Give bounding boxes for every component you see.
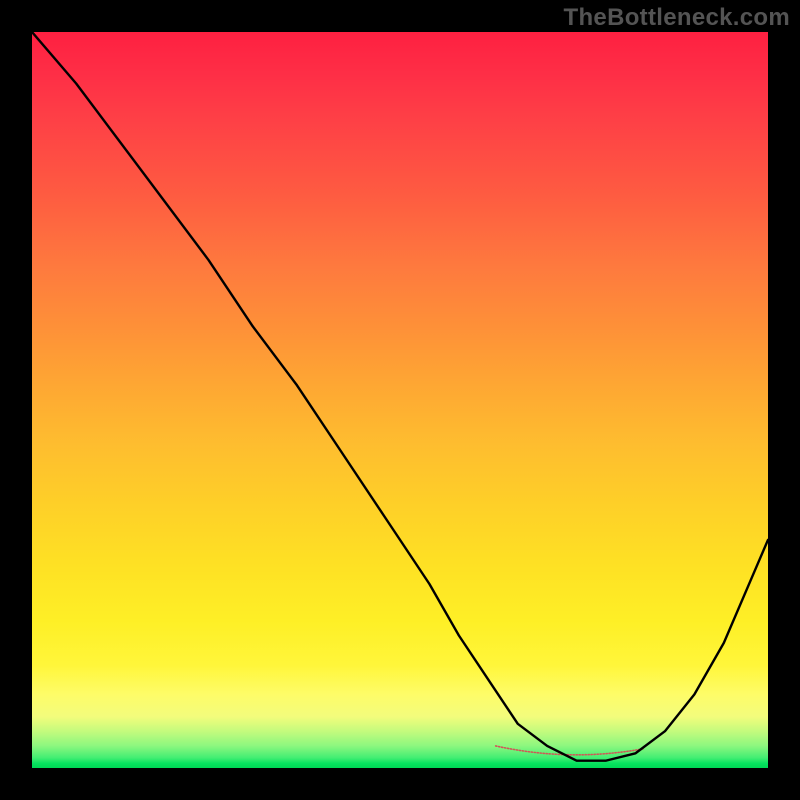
chart-frame: TheBottleneck.com — [0, 0, 800, 800]
optimal-range-marker — [496, 746, 643, 755]
watermark-text: TheBottleneck.com — [564, 4, 790, 32]
curve-layer — [32, 32, 768, 768]
plot-area — [32, 32, 768, 768]
bottleneck-curve — [32, 32, 768, 761]
